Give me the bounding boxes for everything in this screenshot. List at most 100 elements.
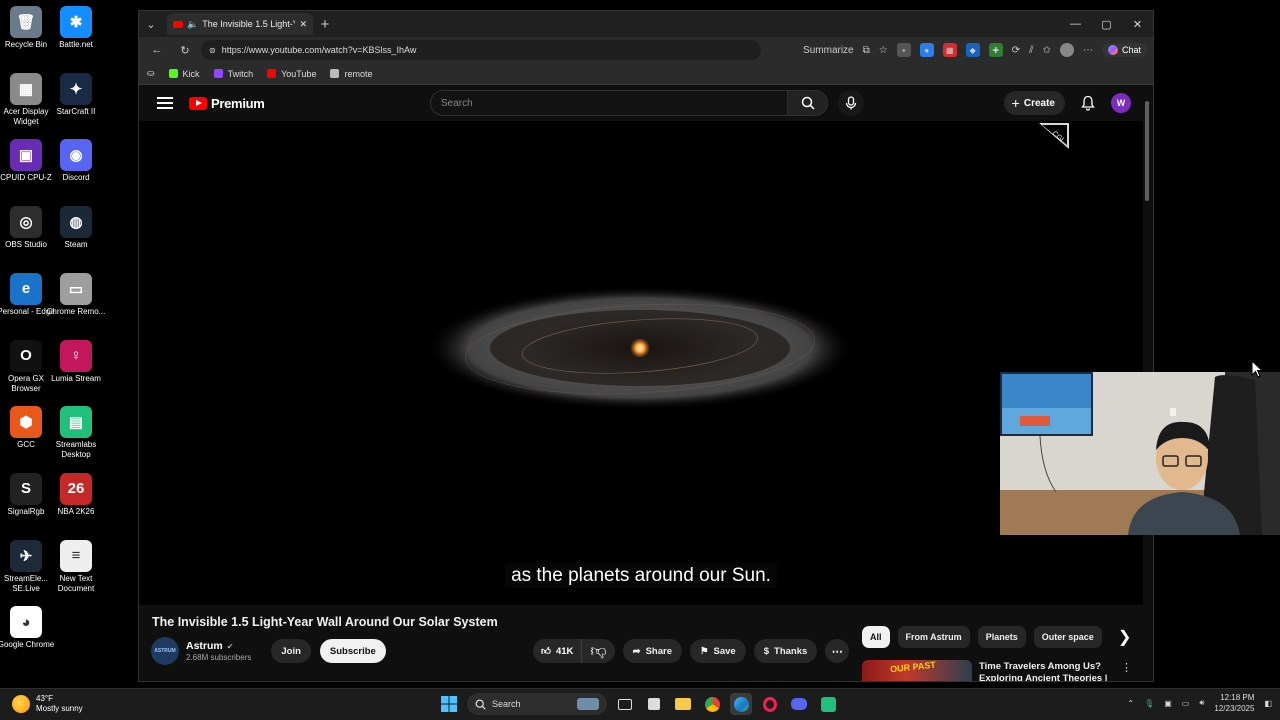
refresh-icon[interactable]: ↻: [173, 39, 197, 61]
share-button[interactable]: ➦ Share: [622, 639, 682, 663]
profile-icon[interactable]: [1059, 43, 1074, 57]
discord-taskbar-icon[interactable]: [788, 693, 810, 715]
edge-taskbar-icon[interactable]: [730, 693, 752, 715]
desktop-icon[interactable]: ✈ StreamEle... SE.Live: [0, 539, 52, 594]
more-actions-icon[interactable]: ⋯: [825, 639, 850, 663]
tab-actions-chevron-icon[interactable]: ⌄: [139, 13, 163, 35]
desktop-icon[interactable]: ◉ Discord: [50, 139, 102, 183]
desktop-icon[interactable]: ⬢ GCC: [0, 406, 52, 450]
extension-icon[interactable]: ▪: [896, 43, 911, 57]
read-aloud-icon[interactable]: ⧉: [863, 45, 870, 56]
extension-blue-icon[interactable]: ◆: [965, 43, 980, 57]
thanks-button[interactable]: $ Thanks: [753, 639, 818, 663]
site-info-icon[interactable]: ⊜: [209, 46, 216, 55]
favorite-link[interactable]: remote: [330, 69, 372, 79]
filter-chip[interactable]: Outer space: [1033, 626, 1102, 648]
desktop-icon[interactable]: 🗑 Recycle Bin: [0, 6, 52, 50]
share-arrow-icon: ➦: [632, 645, 641, 657]
channel-name[interactable]: Astrum: [186, 640, 223, 652]
favorite-link[interactable]: Twitch: [213, 69, 253, 79]
video-player[interactable]: CGI as the planets around our Sun.: [139, 121, 1143, 605]
url-field[interactable]: ⊜ https://www.youtube.com/watch?v=KBSlss…: [201, 40, 761, 60]
like-button[interactable]: 👍︎ 41K: [533, 639, 583, 663]
active-tab[interactable]: 🔈 The Invisible 1.5 Light-Year W... ✕: [167, 13, 313, 35]
voice-search-button[interactable]: [838, 90, 864, 116]
recommended-title[interactable]: Time Travelers Among Us? Exploring Ancie…: [979, 661, 1119, 681]
tab-close-icon[interactable]: ✕: [299, 19, 307, 30]
notifications-icon[interactable]: ◧: [1264, 699, 1272, 708]
desktop-icon[interactable]: ◍ Steam: [50, 206, 102, 250]
youtube-logo[interactable]: Premium: [189, 96, 265, 111]
favorites-icon[interactable]: ✩: [1043, 45, 1051, 56]
desktop-icon[interactable]: e Personal - Edge: [0, 272, 55, 317]
speaker-icon[interactable]: 🔈: [187, 19, 198, 30]
taskbar-search[interactable]: Search: [467, 693, 607, 715]
notifications-bell-icon[interactable]: [1081, 95, 1095, 111]
file-explorer-icon[interactable]: [672, 693, 694, 715]
search-button[interactable]: [788, 90, 828, 116]
subscribe-button[interactable]: Subscribe: [319, 639, 386, 663]
desktop-icon[interactable]: ◕ Google Chrome: [0, 606, 54, 650]
minimize-icon[interactable]: —: [1060, 11, 1091, 37]
split-screen-icon[interactable]: ⫽: [1029, 45, 1033, 56]
desktop-app-icon: ◕: [10, 606, 42, 639]
desktop-icon[interactable]: ▣ CPUID CPU-Z: [0, 139, 52, 183]
filter-chip[interactable]: From Astrum: [897, 626, 970, 648]
desktop-icon[interactable]: ✦ StarCraft II: [50, 72, 102, 117]
extension-green-icon[interactable]: ✚: [988, 43, 1003, 57]
desktop-icon[interactable]: S SignalRgb: [0, 472, 52, 517]
desktop-icon[interactable]: ▦ Acer Display Widget: [0, 72, 52, 127]
filter-chip[interactable]: Planets: [977, 626, 1026, 648]
scrollbar-thumb[interactable]: [1145, 101, 1149, 201]
desktop-icon[interactable]: 26 NBA 2K26: [50, 472, 102, 517]
desktop-icon[interactable]: ▭ Chrome Remo...: [47, 272, 105, 317]
address-bar: ← ↻ ⊜ https://www.youtube.com/watch?v=KB…: [139, 37, 1153, 63]
favorite-site-icon: [330, 69, 340, 78]
recommended-more-icon[interactable]: ⋮: [1121, 661, 1132, 674]
windows-start-icon[interactable]: [438, 693, 460, 715]
streamlabs-taskbar-icon[interactable]: [817, 693, 839, 715]
weather-widget[interactable]: 43°F Mostly sunny: [12, 694, 83, 714]
account-avatar[interactable]: W: [1111, 93, 1131, 113]
task-view-icon[interactable]: [614, 693, 636, 715]
opera-gx-taskbar-icon[interactable]: [759, 693, 781, 715]
desktop-icon[interactable]: ✱ Battle.net: [50, 6, 102, 50]
favorites-folder-icon[interactable]: ⛀: [147, 68, 155, 79]
dislike-button[interactable]: 👎︎: [582, 639, 614, 663]
hamburger-menu-icon[interactable]: [157, 97, 173, 109]
filter-chip[interactable]: All: [862, 626, 890, 648]
favorite-link[interactable]: Kick: [168, 69, 200, 79]
extension-red-icon[interactable]: ▦: [942, 43, 957, 57]
desktop-icon[interactable]: ≡ New Text Document: [50, 539, 102, 594]
widgets-icon[interactable]: [643, 693, 665, 715]
desktop-icon[interactable]: O Opera GX Browser: [0, 339, 52, 394]
sync-icon[interactable]: ⟳: [1012, 45, 1020, 56]
channel-avatar[interactable]: ASTRUM: [151, 637, 179, 665]
join-button[interactable]: Join: [271, 639, 311, 663]
save-button[interactable]: ⚑ Save: [690, 639, 746, 663]
maximize-icon[interactable]: ▢: [1091, 11, 1122, 37]
chrome-taskbar-icon[interactable]: [701, 693, 723, 715]
network-icon[interactable]: ▭: [1182, 699, 1190, 708]
desktop-icon[interactable]: ▤ Streamlabs Desktop: [50, 406, 102, 460]
tray-app-icon[interactable]: ▣: [1164, 699, 1172, 708]
more-menu-icon[interactable]: ⋯: [1083, 45, 1093, 56]
close-window-icon[interactable]: ✕: [1122, 11, 1153, 37]
clock[interactable]: 12:18 PM 12/23/2025: [1214, 692, 1254, 714]
back-icon[interactable]: ←: [145, 39, 169, 61]
volume-icon[interactable]: 🔊︎: [1199, 698, 1204, 708]
summarize-button[interactable]: Summarize: [803, 45, 854, 56]
tray-chevron-icon[interactable]: ⌃: [1127, 699, 1134, 708]
copilot-chat-button[interactable]: Chat: [1101, 43, 1147, 57]
extension-color-icon[interactable]: ●: [919, 43, 934, 57]
create-button[interactable]: + Create: [1003, 91, 1065, 115]
chips-next-chevron-icon[interactable]: ❯: [1114, 626, 1136, 648]
desktop-icon[interactable]: ◎ OBS Studio: [0, 206, 52, 250]
new-tab-icon[interactable]: +: [313, 13, 337, 35]
search-input[interactable]: [430, 90, 788, 116]
tray-microphone-icon[interactable]: 🎙︎: [1144, 699, 1154, 708]
desktop-icon[interactable]: ♀ Lumia Stream: [50, 339, 102, 384]
favorite-star-icon[interactable]: ☆: [879, 45, 888, 56]
recommended-thumbnail[interactable]: OUR PAST: [862, 660, 972, 681]
favorite-link[interactable]: YouTube: [267, 69, 316, 79]
